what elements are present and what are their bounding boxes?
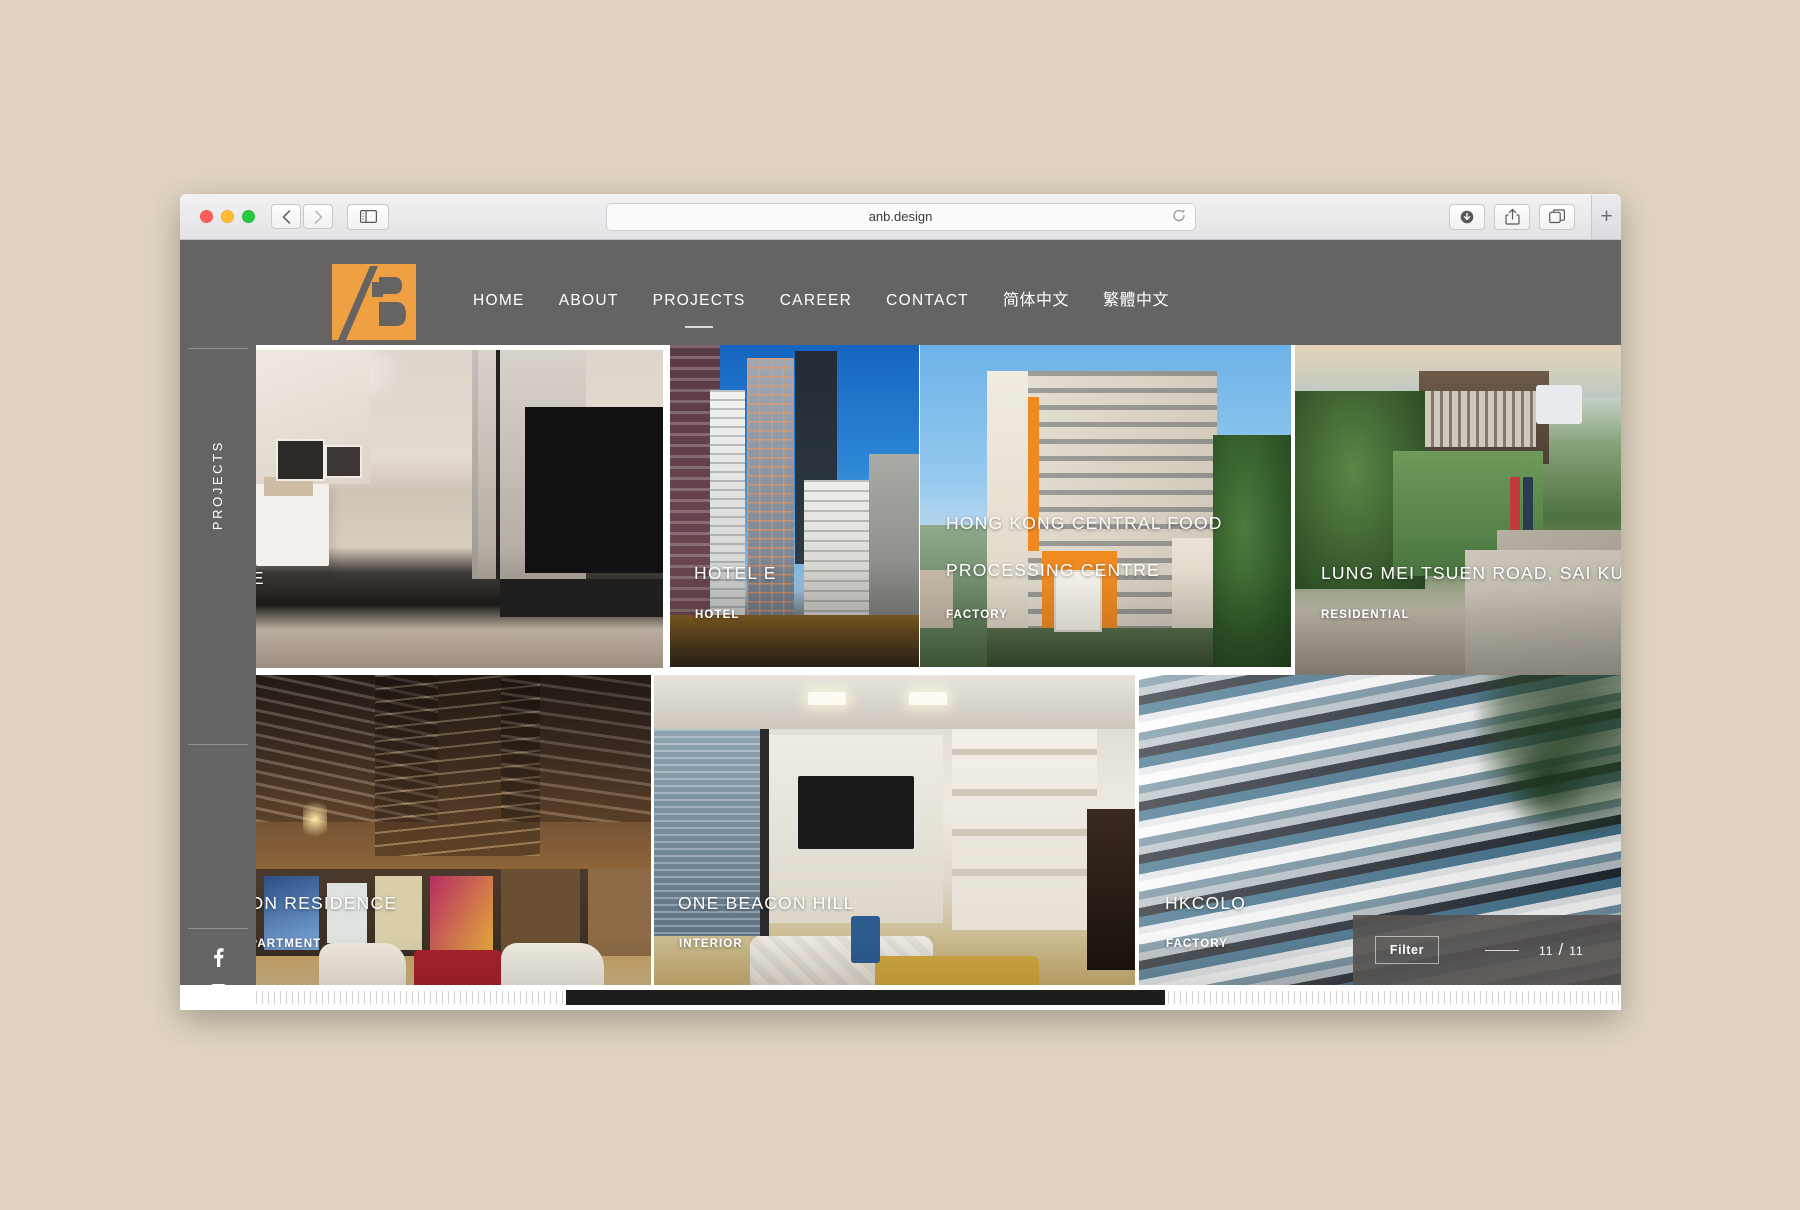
project-title: HKCOLO [1165, 893, 1247, 913]
project-thumbnail [256, 675, 651, 1010]
gallery-filter-bar: Filter 11 / 11 [1353, 915, 1621, 985]
rail-divider-middle [188, 744, 248, 745]
downloads-icon[interactable] [1449, 203, 1485, 230]
forward-button[interactable] [303, 204, 333, 229]
nav-item-career[interactable]: CAREER [763, 292, 869, 310]
project-tile[interactable]: HOTEL E HOTEL [670, 345, 919, 667]
project-tile[interactable]: HONG KONG CENTRAL FOOD PROCESSING CENTRE… [920, 345, 1291, 667]
rail-divider-bottom [188, 928, 248, 929]
browser-toolbar-actions [1449, 203, 1575, 230]
nav-item-projects[interactable]: PROJECTS [636, 292, 763, 310]
project-title: ONE BEACON HILL [678, 893, 855, 913]
project-category: INTERIOR [679, 938, 743, 950]
nav-item-about[interactable]: ABOUT [542, 292, 636, 310]
desktop-background: anb.design + PROJECTS HOME ABOUT PROJECT… [0, 0, 1800, 1210]
project-tile[interactable]: ONE BEACON HILL INTERIOR [654, 675, 1135, 1010]
project-tile[interactable]: TON RESIDENCE APARTMENT [256, 675, 651, 1010]
navigation-buttons [271, 204, 333, 229]
nav-item-contact[interactable]: CONTACT [869, 292, 986, 310]
project-category: FACTORY [1166, 938, 1229, 950]
page-viewport: PROJECTS HOME ABOUT PROJECTS CAREER CONT… [180, 240, 1621, 1010]
share-icon[interactable] [1494, 203, 1530, 230]
minimize-window-button[interactable] [221, 210, 234, 223]
project-counter: 11 / 11 [1539, 940, 1584, 960]
rail-section-label: PROJECTS [210, 440, 225, 531]
project-thumbnail [654, 675, 1135, 1010]
instagram-icon[interactable] [180, 984, 256, 1002]
counter-current: 11 [1539, 944, 1554, 958]
tab-overview-icon[interactable] [1539, 203, 1575, 230]
project-category: FACTORY [946, 609, 1009, 621]
browser-window: anb.design + PROJECTS HOME ABOUT PROJECT… [180, 194, 1621, 1010]
project-grid: DE [256, 345, 1621, 1010]
project-tile[interactable]: LUNG MEI TSUEN ROAD, SAI KUN RESIDENTIAL [1295, 345, 1621, 675]
rail-divider-top [188, 348, 248, 349]
sidebar-toggle-icon[interactable] [347, 203, 389, 230]
zoom-window-button[interactable] [242, 210, 255, 223]
project-title: LUNG MEI TSUEN ROAD, SAI KUN [1321, 563, 1621, 583]
site-main-navigation: HOME ABOUT PROJECTS CAREER CONTACT 简体中文 … [456, 286, 1186, 310]
nav-item-simplified-chinese[interactable]: 简体中文 [986, 286, 1086, 310]
address-bar-url: anb.design [868, 209, 933, 224]
project-title: HONG KONG CENTRAL FOOD [946, 513, 1223, 533]
projects-gallery: HOME ABOUT PROJECTS CAREER CONTACT 简体中文 … [256, 240, 1621, 1010]
horizontal-scrollbar-thumb[interactable] [566, 990, 1165, 1005]
project-category: RESIDENTIAL [1321, 609, 1410, 621]
filter-button[interactable]: Filter [1375, 936, 1439, 964]
back-button[interactable] [271, 204, 301, 229]
site-header: HOME ABOUT PROJECTS CAREER CONTACT 简体中文 … [256, 240, 1621, 345]
new-tab-button[interactable]: + [1591, 194, 1621, 239]
project-title: DE [256, 568, 265, 588]
project-thumbnail [1295, 345, 1621, 675]
browser-titlebar: anb.design + [180, 194, 1621, 240]
nav-item-home[interactable]: HOME [456, 292, 542, 310]
project-title: HOTEL E [694, 563, 777, 583]
site-logo[interactable] [332, 264, 416, 340]
project-category: HOTEL [695, 609, 740, 621]
project-thumbnail [256, 350, 663, 668]
counter-total: 11 [1569, 944, 1584, 958]
project-title-line2: PROCESSING CENTRE [946, 560, 1160, 580]
facebook-icon[interactable] [180, 948, 256, 967]
counter-separator: / [1558, 940, 1565, 959]
close-window-button[interactable] [200, 210, 213, 223]
filter-divider-line [1485, 949, 1519, 951]
nav-item-traditional-chinese[interactable]: 繁體中文 [1086, 286, 1186, 310]
site-left-rail: PROJECTS [180, 240, 256, 1002]
address-bar[interactable]: anb.design [605, 202, 1196, 231]
project-tile[interactable]: DE [256, 350, 663, 668]
window-traffic-lights [200, 210, 255, 223]
project-title: TON RESIDENCE [256, 893, 398, 913]
address-bar-container: anb.design [605, 202, 1196, 231]
reload-icon[interactable] [1172, 208, 1186, 225]
project-category: APARTMENT [256, 938, 322, 950]
horizontal-scrollbar-track[interactable] [256, 985, 1621, 1010]
